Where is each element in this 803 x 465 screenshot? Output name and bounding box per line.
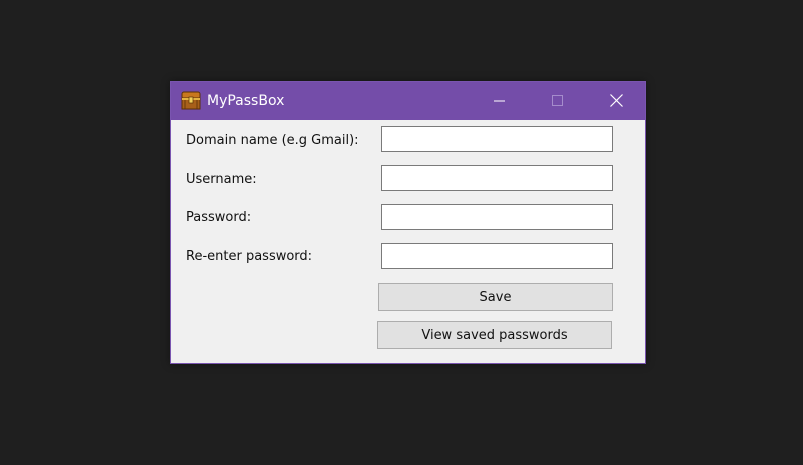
save-button[interactable]: Save (378, 283, 613, 311)
window-title: MyPassBox (207, 93, 285, 109)
treasure-chest-icon (181, 91, 201, 110)
maximize-icon (552, 92, 564, 111)
close-button[interactable] (593, 82, 639, 120)
reenter-password-input[interactable] (381, 243, 613, 269)
reenter-password-label: Re-enter password: (186, 249, 313, 264)
view-saved-passwords-button[interactable]: View saved passwords (377, 321, 612, 349)
username-input[interactable] (381, 165, 613, 191)
desktop-background: MyPassBox Domain name (e.g Gmail): Usern… (0, 0, 803, 465)
minimize-icon (494, 92, 506, 111)
maximize-button[interactable] (535, 82, 581, 120)
password-label: Password: (186, 210, 252, 225)
password-input[interactable] (381, 204, 613, 230)
close-icon (609, 92, 623, 111)
minimize-button[interactable] (477, 82, 523, 120)
title-bar[interactable]: MyPassBox (171, 82, 645, 120)
domain-name-label: Domain name (e.g Gmail): (186, 133, 359, 148)
username-label: Username: (186, 172, 257, 187)
mypassbox-window: MyPassBox Domain name (e.g Gmail): Usern… (170, 81, 646, 364)
domain-name-input[interactable] (381, 126, 613, 152)
